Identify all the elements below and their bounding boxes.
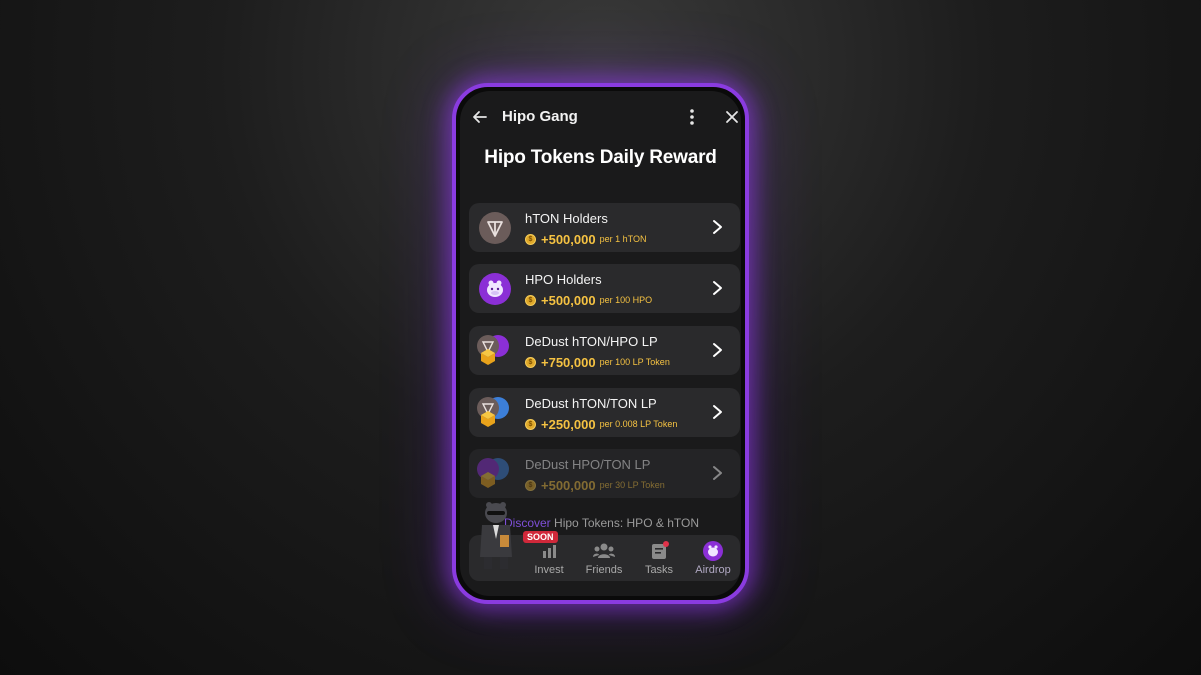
- coin-icon: $: [525, 418, 536, 430]
- chevron-right-icon: [713, 220, 722, 234]
- card-fade-layer: DeDust HPO/TON LP $ +500,000 per 30 LP T…: [469, 449, 740, 498]
- chevron-right-icon: [713, 466, 722, 480]
- chevron-right-icon: [713, 281, 722, 295]
- chevron-right-icon: [713, 405, 722, 419]
- kebab-menu-icon[interactable]: [682, 107, 702, 127]
- reward-amount: +500,000: [541, 231, 596, 247]
- nav-airdrop[interactable]: Airdrop: [688, 541, 738, 576]
- reward-line: $ +750,000 per 100 LP Token: [525, 354, 670, 370]
- reward-unit: per 100 HPO: [599, 295, 653, 305]
- promo-text: Hipo Tokens: HPO & hTON: [554, 516, 699, 530]
- reward-unit: per 0.008 LP Token: [599, 419, 678, 429]
- reward-amount: +500,000: [541, 477, 596, 493]
- tasks-icon: [652, 541, 669, 559]
- reward-line: $ +500,000 per 1 hTON: [525, 231, 646, 247]
- reward-name: hTON Holders: [525, 211, 608, 226]
- reward-name: HPO Holders: [525, 272, 602, 287]
- reward-name: DeDust hTON/HPO LP: [525, 334, 658, 349]
- chart-bars-icon: [543, 545, 556, 558]
- coin-icon: $: [525, 294, 536, 306]
- reward-card-hpo-holders[interactable]: HPO Holders $ +500,000 per 100 HPO: [469, 264, 740, 313]
- nav-friends[interactable]: Friends: [579, 541, 629, 576]
- hton-logo-icon: [479, 212, 511, 244]
- hippo-icon: [703, 541, 723, 561]
- reward-line: $ +500,000 per 100 HPO: [525, 292, 652, 308]
- reward-amount: +750,000: [541, 354, 596, 370]
- hippo-mascot-icon: [480, 502, 512, 569]
- reward-name: DeDust HPO/TON LP: [525, 457, 651, 472]
- nav-label: Invest: [534, 564, 564, 576]
- reward-unit: per 100 LP Token: [599, 357, 670, 367]
- lp-pair-icon: [477, 397, 509, 427]
- reward-unit: per 1 hTON: [599, 234, 647, 244]
- hpo-logo-icon: [479, 273, 511, 305]
- arrow-left-icon[interactable]: [470, 107, 490, 127]
- reward-unit: per 30 LP Token: [599, 480, 665, 490]
- lp-pair-icon: [477, 335, 509, 365]
- app-screen: Hipo Gang Hipo Tokens Daily Reward hTON …: [460, 91, 741, 596]
- reward-card-hton-holders[interactable]: hTON Holders $ +500,000 per 1 hTON: [469, 203, 740, 252]
- people-icon: [593, 543, 615, 558]
- close-icon[interactable]: [722, 107, 741, 127]
- chevron-right-icon: [713, 343, 722, 357]
- phone-frame: Hipo Gang Hipo Tokens Daily Reward hTON …: [452, 83, 749, 604]
- coin-icon: $: [525, 356, 536, 368]
- app-title: Hipo Gang: [502, 108, 578, 125]
- top-bar: Hipo Gang: [460, 103, 741, 133]
- nav-label: Friends: [585, 564, 623, 576]
- promo-banner[interactable]: Discover Hipo Tokens: HPO & hTON: [504, 516, 699, 530]
- nav-label: Airdrop: [695, 564, 731, 576]
- nav-label: Tasks: [644, 564, 674, 576]
- page-title: Hipo Tokens Daily Reward: [484, 147, 717, 168]
- reward-line: $ +250,000 per 0.008 LP Token: [525, 416, 677, 432]
- nav-tasks[interactable]: Tasks: [634, 541, 684, 576]
- reward-amount: +500,000: [541, 292, 596, 308]
- reward-line: $ +500,000 per 30 LP Token: [525, 477, 665, 493]
- coin-icon: $: [525, 479, 536, 491]
- lp-pair-icon: [477, 458, 509, 488]
- coin-icon: $: [525, 233, 536, 245]
- nav-invest[interactable]: Invest: [524, 541, 574, 576]
- reward-amount: +250,000: [541, 416, 596, 432]
- reward-card-dedust-hton-ton-lp[interactable]: DeDust hTON/TON LP $ +250,000 per 0.008 …: [469, 388, 740, 437]
- soon-badge: SOON: [523, 531, 558, 543]
- reward-card-dedust-hpo-ton-lp[interactable]: DeDust HPO/TON LP $ +500,000 per 30 LP T…: [469, 449, 740, 498]
- reward-card-dedust-hton-hpo-lp[interactable]: DeDust hTON/HPO LP $ +750,000 per 100 LP…: [469, 326, 740, 375]
- reward-name: DeDust hTON/TON LP: [525, 396, 657, 411]
